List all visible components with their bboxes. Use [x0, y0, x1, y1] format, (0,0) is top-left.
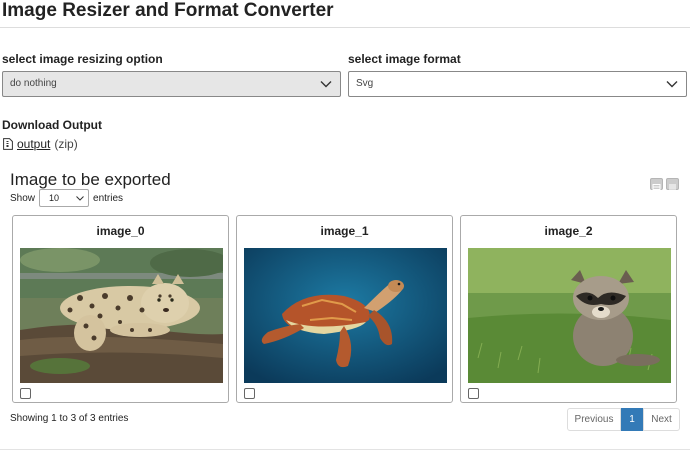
- page-1-button[interactable]: 1: [621, 408, 643, 431]
- page-title: Image Resizer and Format Converter: [2, 0, 334, 21]
- image-card: image_0: [12, 215, 229, 403]
- previous-page-button[interactable]: Previous: [567, 408, 621, 431]
- format-label: select image format: [348, 52, 461, 66]
- export-table-title: Image to be exported: [10, 170, 171, 189]
- image-select-checkbox[interactable]: [244, 388, 255, 399]
- list-view-icon: [669, 184, 676, 190]
- download-label: Download Output: [2, 118, 102, 132]
- page-size-control: Show 10 entries: [10, 189, 123, 207]
- file-zip-icon: [3, 138, 13, 150]
- leopard-image: [20, 248, 223, 383]
- image-caption: image_1: [320, 224, 369, 238]
- image-caption: image_0: [96, 224, 145, 238]
- grid-view-icon: [652, 184, 661, 190]
- list-view-button[interactable]: [666, 178, 679, 190]
- download-row: output (zip): [3, 137, 78, 151]
- entries-label: entries: [93, 192, 124, 204]
- image-card: image_1: [236, 215, 453, 403]
- grid-view-button[interactable]: [650, 178, 663, 190]
- sea-turtle-image: [244, 248, 447, 383]
- resize-option-select[interactable]: do nothing: [2, 71, 341, 97]
- image-card: image_2: [460, 215, 677, 403]
- download-output-link[interactable]: output: [17, 137, 50, 151]
- bottom-divider: [0, 449, 690, 450]
- resize-option-value: do nothing: [10, 78, 57, 89]
- chevron-down-icon: [320, 81, 332, 88]
- image-caption: image_2: [544, 224, 593, 238]
- pagination: Previous 1 Next: [567, 408, 680, 431]
- format-value: Svg: [356, 78, 374, 89]
- next-page-button[interactable]: Next: [643, 408, 680, 431]
- image-select-checkbox[interactable]: [468, 388, 479, 399]
- page-size-value: 10: [49, 193, 60, 203]
- title-divider: [0, 27, 690, 28]
- image-select-checkbox[interactable]: [20, 388, 31, 399]
- raccoon-image: [468, 248, 671, 383]
- table-info: Showing 1 to 3 of 3 entries: [10, 413, 129, 424]
- show-label: Show: [10, 192, 36, 204]
- chevron-down-icon: [76, 196, 84, 201]
- format-select[interactable]: Svg: [348, 71, 687, 97]
- chevron-down-icon: [666, 81, 678, 88]
- resize-option-label: select image resizing option: [2, 52, 163, 66]
- download-suffix: (zip): [54, 137, 78, 151]
- page-size-select[interactable]: 10: [39, 189, 90, 207]
